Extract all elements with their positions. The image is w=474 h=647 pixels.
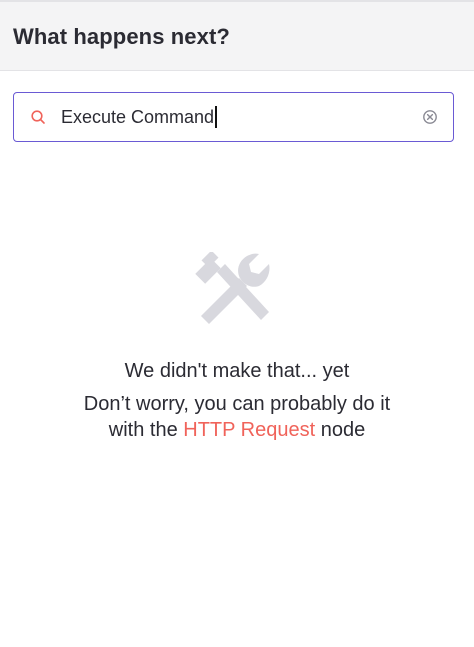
empty-state-line-2: with the HTTP Request node — [0, 417, 474, 443]
search-icon — [31, 110, 45, 124]
search-value[interactable]: Execute Command — [61, 105, 218, 129]
http-request-link[interactable]: HTTP Request — [183, 419, 315, 441]
clear-circle-icon[interactable] — [422, 109, 438, 125]
panel-header: What happens next? — [0, 0, 474, 71]
tools-icon — [195, 252, 270, 324]
empty-state-line-2-suffix: node — [320, 419, 366, 441]
text-caret — [215, 106, 218, 128]
empty-state-description: Don’t worry, you can probably do it with… — [0, 391, 474, 443]
empty-state-title: We didn't make that... yet — [124, 360, 350, 382]
node-creator-panel: What happens next? Execute Command We di… — [0, 0, 474, 647]
search-input[interactable]: Execute Command — [13, 92, 454, 142]
empty-state-line-2-prefix: with the — [108, 419, 178, 441]
panel-title: What happens next? — [13, 24, 230, 49]
empty-state-line-1: Don’t worry, you can probably do it — [83, 393, 391, 415]
